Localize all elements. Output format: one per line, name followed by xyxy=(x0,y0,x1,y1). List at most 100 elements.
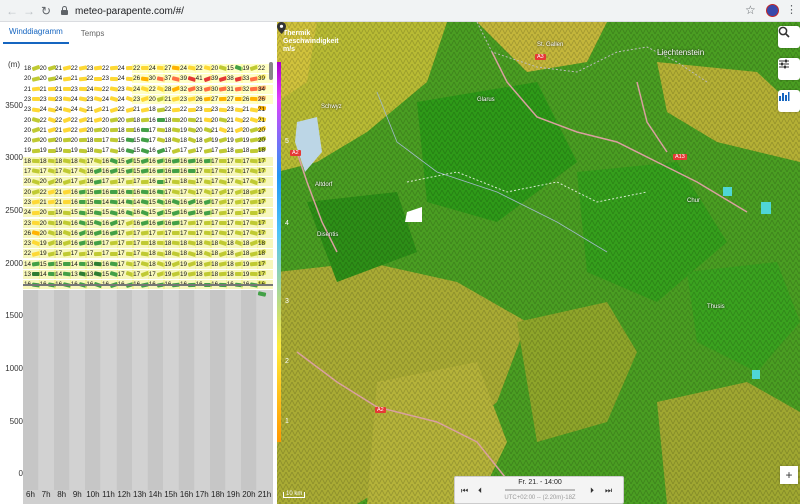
wind-cell: 20 xyxy=(147,94,166,104)
wind-cell: 16 xyxy=(132,218,150,228)
address-bar[interactable]: meteo-parapente.com/#/ xyxy=(60,3,760,19)
wind-cell: 20 xyxy=(23,116,41,125)
wind-cell: 16 xyxy=(148,116,165,125)
wind-cell: 24 xyxy=(132,84,150,94)
reload-icon[interactable]: ↻ xyxy=(37,2,55,20)
wind-cell: 17 xyxy=(257,187,273,204)
wind-cell: 21 xyxy=(85,105,103,114)
wind-cell: 17 xyxy=(210,156,228,166)
wind-cell: 18 xyxy=(85,136,103,145)
wind-cell: 18 xyxy=(179,239,197,249)
wind-cell: 16 xyxy=(179,208,197,218)
wind-diagram-panel: Winddiagramm Temps (m) 3500 3000 2500 2000 1… xyxy=(0,22,277,504)
y-axis-label: 1500 xyxy=(5,311,23,320)
wind-cell: 17 xyxy=(163,187,181,197)
wind-cell: 18 xyxy=(23,64,41,73)
forward-arrow-icon[interactable]: → xyxy=(20,2,38,20)
wind-cell: 17 xyxy=(225,187,244,197)
panel-scrollbar[interactable] xyxy=(269,62,273,80)
map-view[interactable]: Thermik Geschwindigkeit m/s 5 4 3 2 1 St… xyxy=(277,22,800,504)
bookmark-star-icon[interactable]: ☆ xyxy=(745,3,756,17)
y-axis-label: 3000 xyxy=(5,153,23,162)
legend-value: 2 xyxy=(285,358,289,365)
y-axis-label: 3500 xyxy=(5,101,23,110)
wind-cell: 16 xyxy=(132,208,150,218)
wind-cell: 22 xyxy=(241,116,259,125)
wind-cell: 33 xyxy=(241,74,259,84)
profile-avatar[interactable] xyxy=(766,4,779,17)
hour-column xyxy=(179,290,194,490)
wind-cell: 23 xyxy=(70,85,87,94)
search-button[interactable] xyxy=(778,26,800,48)
wind-cell: 20 xyxy=(23,187,41,197)
hour-label: 19h xyxy=(226,490,240,499)
wind-cell: 16 xyxy=(69,218,88,228)
wind-cell: 15 xyxy=(101,208,119,218)
place-label: Thusis xyxy=(707,304,725,310)
wind-cell: 20 xyxy=(38,218,56,228)
wind-cell: 16 xyxy=(101,259,119,269)
wind-cell: 17 xyxy=(148,136,166,145)
skip-first-icon[interactable]: ⏮ xyxy=(461,486,468,496)
wind-cell: 23 xyxy=(23,105,41,114)
wind-cell: 23 xyxy=(195,105,212,114)
wind-cell: 17 xyxy=(241,197,259,207)
wind-cell: 18 xyxy=(210,259,228,269)
wind-cell: 19 xyxy=(70,146,87,155)
step-back-icon[interactable]: ⏴ xyxy=(478,486,482,496)
step-forward-icon[interactable]: ⏵ xyxy=(590,486,594,496)
wind-cell: 27 xyxy=(210,94,228,104)
wind-cell: 17 xyxy=(116,177,134,187)
wind-cell: 18 xyxy=(69,156,88,166)
wind-cell: 23 xyxy=(23,218,41,228)
wind-cell: 16 xyxy=(147,177,165,187)
wind-cell: 16 xyxy=(101,218,119,228)
wind-cell: 18 xyxy=(23,156,41,166)
wind-cell: 19 xyxy=(179,259,197,269)
wind-cell: 21 xyxy=(23,85,41,94)
hour-column xyxy=(38,290,54,490)
wind-cell: 20 xyxy=(23,136,41,145)
hour-label: 10h xyxy=(86,490,100,499)
chart-button[interactable] xyxy=(778,90,800,112)
wind-cell: 17 xyxy=(257,177,273,194)
wind-cell: 15 xyxy=(85,187,103,197)
hour-label: 8h xyxy=(57,490,67,499)
wind-cell: 22 xyxy=(194,64,212,73)
wind-cell: 21 xyxy=(39,85,56,94)
hour-column xyxy=(241,290,257,490)
wind-cell: 20 xyxy=(38,177,57,187)
tab-winddiagramm[interactable]: Winddiagramm xyxy=(3,27,69,44)
wind-cell: 20 xyxy=(195,126,212,135)
wind-cell: 19 xyxy=(179,126,197,135)
tab-temps[interactable]: Temps xyxy=(75,29,111,44)
hour-label: 9h xyxy=(72,490,82,499)
wind-cell: 19 xyxy=(38,239,57,249)
location-pin-icon[interactable] xyxy=(277,22,286,34)
skip-last-icon[interactable]: ⏭ xyxy=(605,486,612,496)
wind-cell: 17 xyxy=(210,228,228,238)
wind-cell: 15 xyxy=(85,197,103,207)
wind-cell: 22 xyxy=(85,74,103,83)
zoom-in-button[interactable]: + xyxy=(780,466,798,484)
wind-cell: 17 xyxy=(257,228,273,246)
wind-cell: 17 xyxy=(257,218,273,235)
wind-cell: 22 xyxy=(70,116,88,125)
wind-cell: 14 xyxy=(23,259,41,269)
bar-chart-icon xyxy=(779,92,790,101)
settings-button[interactable] xyxy=(778,58,800,80)
wind-cell: 16 xyxy=(117,146,134,155)
wind-cell: 16 xyxy=(101,187,119,197)
wind-cell: 34 xyxy=(257,84,273,100)
hour-label: 14h xyxy=(148,490,162,499)
wind-cell: 20 xyxy=(23,126,41,135)
wind-cell: 17 xyxy=(210,177,228,187)
wind-cell: 21 xyxy=(101,105,119,114)
menu-kebab-icon[interactable]: ⋮ xyxy=(786,3,797,16)
terrain-map xyxy=(277,22,800,504)
back-arrow-icon[interactable]: ← xyxy=(3,2,21,20)
timeline-slider[interactable] xyxy=(505,489,575,491)
wind-cell: 16 xyxy=(69,228,88,238)
wind-cell: 39 xyxy=(210,74,228,84)
wind-cell: 16 xyxy=(116,187,134,197)
